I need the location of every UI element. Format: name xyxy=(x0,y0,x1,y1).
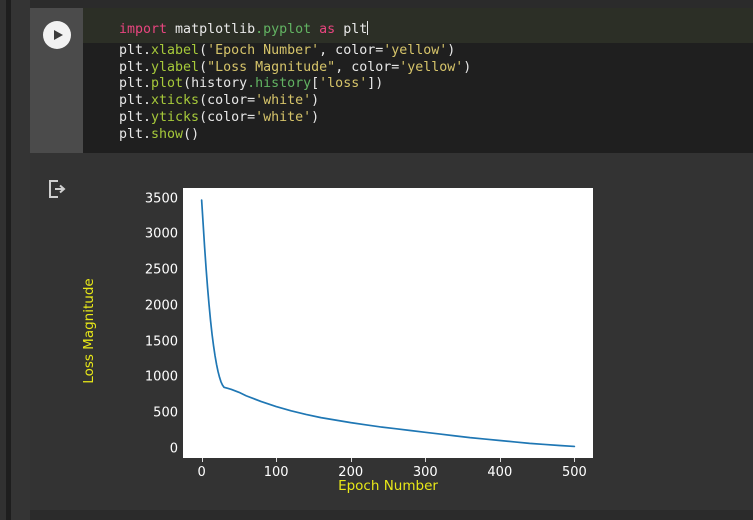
code-token: 'white' xyxy=(255,109,312,125)
code-token: plt. xyxy=(119,109,152,125)
matplotlib-figure: 0 500 1000 1500 2000 2500 3000 3500 0 100 200 300 4… xyxy=(50,168,610,498)
code-cell-run-gutter xyxy=(30,8,83,153)
code-token: 'yellow' xyxy=(399,59,464,75)
x-tick-mark xyxy=(276,458,278,462)
code-token: , color= xyxy=(319,42,384,58)
x-axis-label: Epoch Number xyxy=(338,478,438,494)
code-line[interactable]: plt.ylabel("Loss Magnitude", color='yell… xyxy=(83,60,753,77)
y-tick-label: 1000 xyxy=(144,369,178,385)
y-axis-label: Loss Magnitude xyxy=(81,278,97,384)
y-tick-label: 500 xyxy=(153,405,178,421)
x-tick-mark xyxy=(201,458,203,462)
code-token: (color= xyxy=(199,109,256,125)
code-token: 'Epoch Number' xyxy=(207,42,320,58)
screenshot-root: import matplotlib.pyplot as plt plt.xlabe… xyxy=(0,0,753,520)
y-tick-mark xyxy=(238,234,242,236)
x-tick-mark xyxy=(574,458,576,462)
notebook-cell: import matplotlib.pyplot as plt plt.xlabe… xyxy=(30,8,753,510)
code-token: .history xyxy=(247,76,312,92)
code-token: plt xyxy=(335,22,368,37)
code-cell[interactable]: import matplotlib.pyplot as plt plt.xlabe… xyxy=(30,8,753,153)
y-tick-label: 2000 xyxy=(144,298,178,314)
text-caret xyxy=(367,21,369,35)
y-axis-ticks: 0 500 1000 1500 2000 2500 3000 3500 xyxy=(110,188,242,458)
code-token: [ xyxy=(311,76,320,92)
y-tick-mark xyxy=(238,413,242,414)
code-token: plot xyxy=(151,76,184,92)
code-token: , color= xyxy=(335,59,400,75)
y-tick-mark xyxy=(238,377,242,379)
code-token: as xyxy=(319,22,336,37)
plot-axes xyxy=(183,188,593,458)
code-token: "Loss Magnitude" xyxy=(207,59,336,75)
code-token: plt. xyxy=(119,93,152,109)
loss-line xyxy=(200,199,576,448)
y-tick-mark xyxy=(238,198,242,200)
play-icon xyxy=(54,30,63,40)
code-token: plt. xyxy=(119,126,152,142)
code-token: matplotlib xyxy=(167,22,256,37)
code-token: import xyxy=(119,22,168,37)
code-token: 'white' xyxy=(255,93,312,109)
code-token: yticks xyxy=(151,109,200,125)
y-tick-mark xyxy=(238,270,242,272)
code-token: ( xyxy=(199,42,208,58)
y-tick-label: 3000 xyxy=(144,226,178,242)
code-token: ) xyxy=(463,59,472,75)
code-token: xticks xyxy=(151,93,200,109)
code-token: ylabel xyxy=(151,59,200,75)
y-tick-label: 3500 xyxy=(144,191,178,207)
y-tick-label: 2500 xyxy=(144,262,178,278)
code-line[interactable]: plt.xticks(color='white') xyxy=(83,93,753,110)
code-token: plt. xyxy=(119,76,152,92)
code-token: (color= xyxy=(199,93,256,109)
code-token: .pyplot xyxy=(255,22,312,37)
notebook-left-margin xyxy=(11,0,30,520)
code-token: plt. xyxy=(119,59,152,75)
x-tick-mark xyxy=(499,458,501,462)
output-cell: 0 500 1000 1500 2000 2500 3000 3500 0 100 200 300 4… xyxy=(30,153,753,510)
loss-curve xyxy=(200,199,576,448)
code-line[interactable]: plt.xlabel('Epoch Number', color='yellow… xyxy=(83,43,753,60)
x-tick-mark xyxy=(425,458,427,462)
code-line[interactable]: import matplotlib.pyplot as plt xyxy=(83,8,753,43)
code-token: (history xyxy=(183,76,248,92)
code-token: ( xyxy=(199,59,208,75)
code-token: ) xyxy=(447,42,456,58)
code-token: ) xyxy=(311,109,320,125)
y-tick-label: 0 xyxy=(169,441,178,457)
code-line[interactable]: plt.show() xyxy=(83,127,753,144)
y-tick-mark xyxy=(238,305,242,307)
code-editor[interactable]: import matplotlib.pyplot as plt plt.xlabe… xyxy=(83,8,753,153)
y-tick-label: 1500 xyxy=(144,334,178,350)
code-token: xlabel xyxy=(151,42,200,58)
x-tick-mark xyxy=(350,458,352,462)
code-token: ) xyxy=(311,93,320,109)
y-tick-mark xyxy=(238,341,242,343)
code-token: 'yellow' xyxy=(383,42,448,58)
run-cell-button[interactable] xyxy=(43,21,71,49)
code-token: plt. xyxy=(119,42,152,58)
code-token: 'loss' xyxy=(319,76,368,92)
y-tick-mark xyxy=(238,448,242,450)
code-token: show xyxy=(151,126,184,142)
code-line[interactable]: plt.yticks(color='white') xyxy=(83,110,753,127)
code-token: () xyxy=(183,126,200,142)
code-token: ]) xyxy=(367,76,384,92)
code-line[interactable]: plt.plot(history.history['loss']) xyxy=(83,76,753,93)
